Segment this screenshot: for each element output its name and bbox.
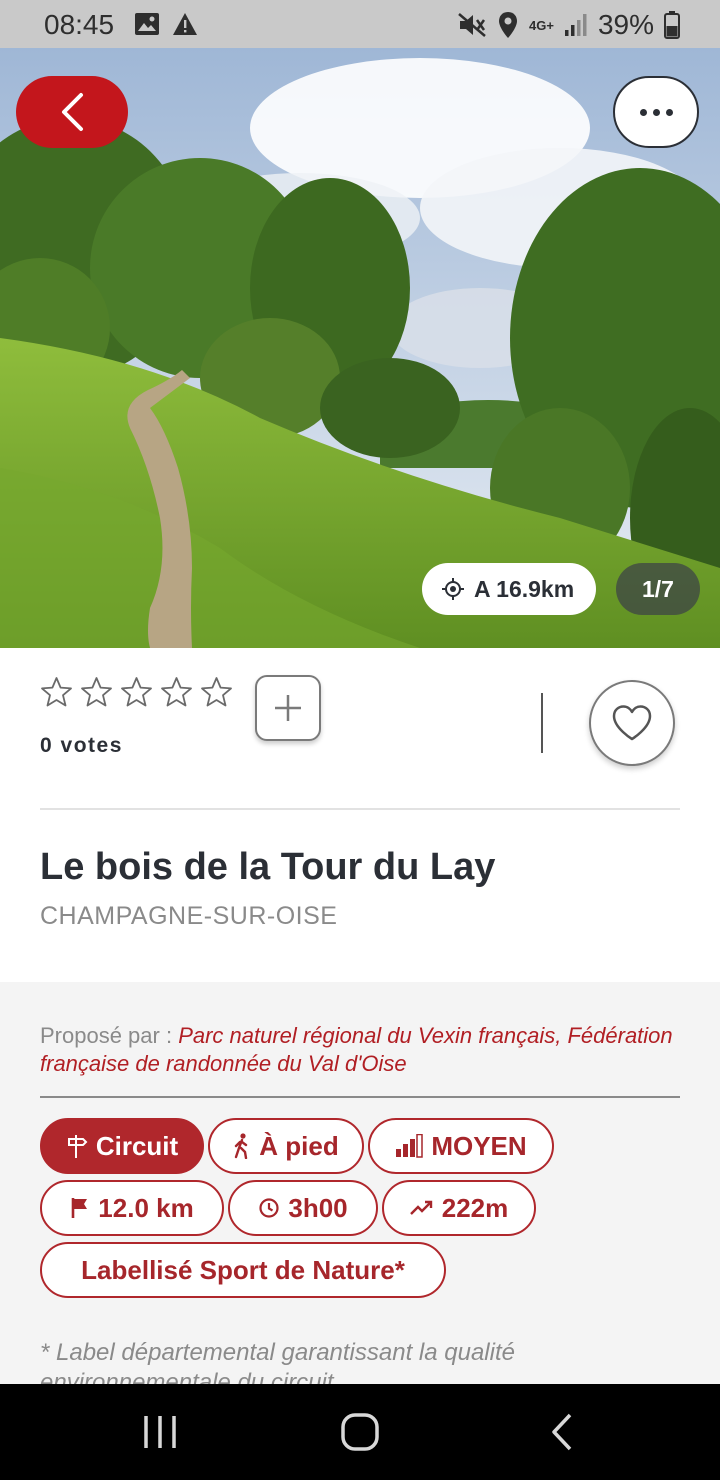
star-icon[interactable] — [40, 676, 73, 708]
trending-up-icon — [409, 1200, 432, 1215]
add-rating-button[interactable] — [255, 675, 321, 741]
tag-duration-label: 3h00 — [288, 1192, 348, 1223]
signpost-icon — [67, 1135, 88, 1158]
votes-count: 0 votes — [40, 734, 123, 757]
distance-badge: A 16.9km — [422, 563, 597, 615]
battery-percent: 39% — [597, 9, 654, 40]
section-divider — [40, 1096, 680, 1098]
vertical-divider — [541, 693, 543, 753]
flag-icon — [71, 1198, 88, 1218]
star-icon[interactable] — [120, 676, 153, 708]
star-icon[interactable] — [80, 676, 113, 708]
favorite-button[interactable] — [589, 680, 675, 766]
tag-circuit[interactable]: Circuit — [40, 1118, 204, 1174]
navigation-bar — [0, 1384, 720, 1480]
recent-apps-icon[interactable] — [142, 1412, 178, 1452]
tag-label-sport-nature[interactable]: Labellisé Sport de Nature* — [40, 1242, 446, 1298]
network-type: 4G+ — [529, 17, 554, 33]
star-rating[interactable] — [40, 676, 233, 708]
back-button[interactable] — [16, 76, 128, 148]
tag-difficulty-label: MOYEN — [431, 1130, 527, 1161]
photo-counter: 1/7 — [616, 563, 700, 615]
route-title: Le bois de la Tour du Lay — [40, 846, 496, 888]
route-location: CHAMPAGNE-SUR-OISE — [40, 902, 338, 930]
label-footnote: * Label départemental garantissant la qu… — [40, 1339, 515, 1384]
more-dots-icon — [639, 108, 647, 116]
tag-elevation[interactable]: 222m — [382, 1180, 536, 1236]
divider — [40, 808, 680, 810]
status-time: 08:45 — [44, 9, 115, 40]
walker-icon — [235, 1133, 248, 1159]
more-options-button[interactable] — [613, 76, 699, 148]
proposed-by: Proposé par : Parc naturel régional du V… — [40, 1022, 680, 1078]
mute-icon — [458, 13, 486, 37]
hero-photo[interactable]: A 16.9km 1/7 — [0, 48, 720, 648]
tag-elevation-label: 222m — [441, 1192, 509, 1223]
warning-icon — [173, 13, 197, 35]
route-info-section: Proposé par : Parc naturel régional du V… — [0, 982, 720, 1384]
proposed-by-label: Proposé par : — [40, 1023, 179, 1048]
star-icon[interactable] — [160, 676, 193, 708]
star-icon[interactable] — [200, 676, 233, 708]
clock-icon — [259, 1198, 279, 1218]
battery-icon — [664, 11, 680, 39]
tag-label-sport-nature-text: Labellisé Sport de Nature* — [81, 1254, 405, 1285]
image-icon — [135, 13, 159, 35]
distance-label: A 16.9km — [474, 575, 575, 602]
crosshair-icon — [442, 578, 464, 600]
difficulty-bars-icon — [396, 1134, 424, 1158]
rating-area: 0 votes — [40, 676, 233, 757]
tag-mode[interactable]: À pied — [208, 1118, 364, 1174]
tag-difficulty[interactable]: MOYEN — [368, 1118, 554, 1174]
tag-circuit-label: Circuit — [95, 1130, 179, 1161]
signal-icon — [564, 14, 587, 36]
home-icon[interactable] — [340, 1412, 380, 1452]
tag-distance[interactable]: 12.0 km — [40, 1180, 224, 1236]
chevron-left-icon — [62, 93, 83, 131]
plus-icon — [275, 695, 301, 721]
back-nav-icon[interactable] — [548, 1412, 578, 1452]
location-icon — [499, 12, 518, 38]
status-bar: 08:45 4G+ 39% — [0, 0, 720, 48]
tag-mode-label: À pied — [259, 1130, 339, 1161]
tag-duration[interactable]: 3h00 — [228, 1180, 378, 1236]
tag-distance-label: 12.0 km — [98, 1192, 194, 1223]
heart-icon — [612, 705, 652, 741]
